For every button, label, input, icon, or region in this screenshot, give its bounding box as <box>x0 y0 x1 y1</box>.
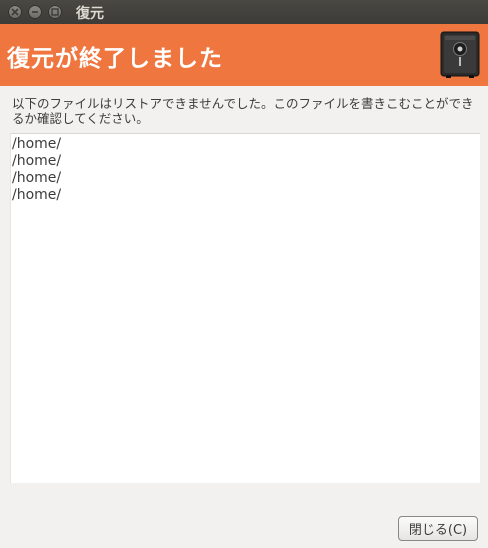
error-message: 以下のファイルはリストアできませんでした。このファイルを書きこむことができるか確… <box>12 96 474 126</box>
dialog-header: 復元が終了しました <box>0 24 488 86</box>
list-item[interactable]: /home/ <box>12 187 480 204</box>
safe-icon <box>440 31 480 78</box>
window-close-icon[interactable] <box>8 5 22 19</box>
failed-files-list[interactable]: /home/ /home/ /home/ /home/ <box>10 133 480 483</box>
window-minimize-icon[interactable] <box>28 5 42 19</box>
dialog-title: 復元が終了しました <box>7 46 223 72</box>
window-titlebar[interactable]: 復元 <box>0 0 488 24</box>
list-item[interactable]: /home/ <box>12 170 480 187</box>
close-button[interactable]: 閉じる(C) <box>398 516 478 541</box>
window-maximize-icon[interactable] <box>48 5 62 19</box>
list-item[interactable]: /home/ <box>12 153 480 170</box>
list-item[interactable]: /home/ <box>12 136 480 153</box>
window-title: 復元 <box>76 6 104 22</box>
